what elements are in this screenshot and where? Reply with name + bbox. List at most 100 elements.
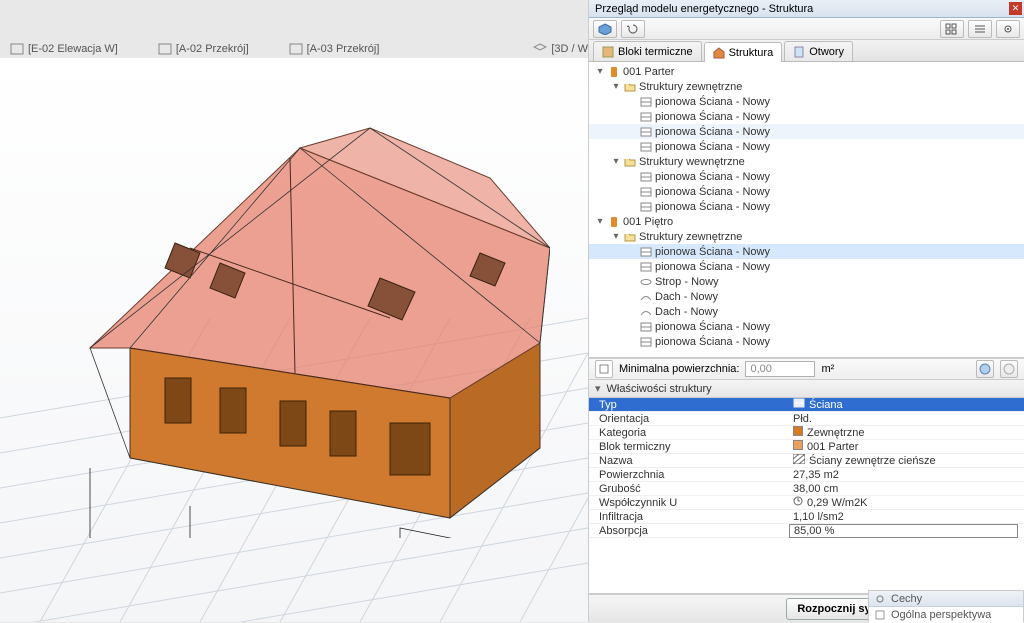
min-area-input[interactable]	[745, 361, 815, 377]
filter-icon[interactable]	[595, 360, 613, 378]
tree-label: pionowa Ściana - Nowy	[655, 201, 770, 213]
tree-row[interactable]: Dach - Nowy	[589, 289, 1024, 304]
tree-row[interactable]: pionowa Ściana - Nowy	[589, 319, 1024, 334]
expand-icon[interactable]: ▾	[595, 216, 605, 227]
tree-row[interactable]: pionowa Ściana - Nowy	[589, 259, 1024, 274]
property-row[interactable]: Absorpcja85,00 %	[589, 524, 1024, 538]
tree-row[interactable]: ▾001 Piętro	[589, 214, 1024, 229]
tree-row[interactable]: Strop - Nowy	[589, 274, 1024, 289]
prop-value: 0,29 W/m2K	[789, 496, 1024, 509]
toolbar-settings-button[interactable]	[996, 20, 1020, 38]
prop-value: Płd.	[789, 413, 1024, 425]
expand-icon[interactable]: ▾	[595, 66, 605, 77]
structure-tree[interactable]: ▾001 Parter▾Struktury zewnętrznepionowa …	[589, 62, 1024, 358]
house-icon	[713, 47, 725, 59]
prop-value: 38,00 cm	[789, 483, 1024, 495]
tree-label: pionowa Ściana - Nowy	[655, 171, 770, 183]
folder-icon	[623, 156, 637, 168]
refresh-icon	[626, 23, 640, 35]
roof-icon	[639, 291, 653, 303]
tree-label: pionowa Ściana - Nowy	[655, 126, 770, 138]
expand-icon[interactable]: ▾	[611, 156, 621, 167]
energy-panel: Przegląd modelu energetycznego - Struktu…	[588, 0, 1024, 622]
page-icon	[158, 43, 172, 55]
wall-icon	[639, 171, 653, 183]
close-icon[interactable]: ✕	[1009, 2, 1022, 15]
window-icon	[793, 46, 805, 58]
view-tabs: [E-02 Elewacja W] [A-02 Przekrój] [A-03 …	[0, 40, 588, 58]
property-row: KategoriaZewnętrzne	[589, 426, 1024, 440]
features-dock: Cechy Ogólna perspektywa	[868, 590, 1024, 622]
panel-titlebar[interactable]: Przegląd modelu energetycznego - Struktu…	[589, 0, 1024, 18]
panel-toolbar	[589, 18, 1024, 40]
roof-icon	[639, 306, 653, 318]
pin-icon	[875, 610, 885, 620]
wall-white-icon	[793, 398, 805, 411]
wall-icon	[639, 186, 653, 198]
tree-label: Strop - Nowy	[655, 276, 719, 288]
wall-icon	[639, 141, 653, 153]
tree-label: pionowa Ściana - Nowy	[655, 321, 770, 333]
tab-thermal-blocks[interactable]: Bloki termiczne	[593, 41, 702, 61]
tab-openings[interactable]: Otwory	[784, 41, 853, 61]
toolbar-refresh-button[interactable]	[621, 20, 645, 38]
page-icon	[289, 43, 303, 55]
wall-icon	[639, 111, 653, 123]
prop-key: Blok termiczny	[589, 441, 789, 453]
expand-icon[interactable]: ▾	[611, 231, 621, 242]
tree-row[interactable]: ▾001 Parter	[589, 64, 1024, 79]
toolbar-view-thumbs-button[interactable]	[940, 20, 964, 38]
tree-label: Dach - Nowy	[655, 291, 718, 303]
view-tab[interactable]: [3D / W	[533, 40, 588, 58]
view-tab[interactable]: [A-02 Przekrój]	[158, 40, 249, 58]
min-area-unit: m²	[821, 363, 834, 375]
prop-key: Kategoria	[589, 427, 789, 439]
tree-label: pionowa Ściana - Nowy	[655, 111, 770, 123]
wall-icon	[639, 261, 653, 273]
dock-header[interactable]: Cechy	[869, 591, 1023, 607]
page-icon	[10, 43, 24, 55]
tree-label: pionowa Ściana - Nowy	[655, 336, 770, 348]
tree-label: pionowa Ściana - Nowy	[655, 141, 770, 153]
prop-key: Współczynnik U	[589, 497, 789, 509]
wall-icon	[639, 126, 653, 138]
property-row: Współczynnik U0,29 W/m2K	[589, 496, 1024, 510]
tree-row[interactable]: ▾ Struktury wewnętrzne	[589, 154, 1024, 169]
sw-orange-icon	[793, 426, 803, 439]
wall-icon	[639, 246, 653, 258]
tree-row[interactable]: Dach - Nowy	[589, 304, 1024, 319]
expand-icon[interactable]: ▾	[611, 81, 621, 92]
tree-label: Struktury wewnętrzne	[639, 156, 745, 168]
prop-key: Nazwa	[589, 455, 789, 467]
tree-row[interactable]: pionowa Ściana - Nowy	[589, 109, 1024, 124]
tree-row[interactable]: pionowa Ściana - Nowy	[589, 184, 1024, 199]
tree-row[interactable]: ▾Struktury zewnętrzne	[589, 79, 1024, 94]
dock-body[interactable]: Ogólna perspektywa	[869, 607, 1023, 623]
view-tab[interactable]: [A-03 Przekrój]	[289, 40, 380, 58]
toolbar-show-model-button[interactable]	[593, 20, 617, 38]
recalc-alt-button[interactable]	[1000, 360, 1018, 378]
tree-row[interactable]: pionowa Ściana - Nowy	[589, 169, 1024, 184]
tree-row[interactable]: ▾Struktury zewnętrzne	[589, 229, 1024, 244]
prop-key: Powierzchnia	[589, 469, 789, 481]
wall-icon	[639, 321, 653, 333]
tree-label: pionowa Ściana - Nowy	[655, 186, 770, 198]
tree-row[interactable]: pionowa Ściana - Nowy	[589, 94, 1024, 109]
tree-row[interactable]: pionowa Ściana - Nowy	[589, 334, 1024, 349]
tree-row[interactable]: pionowa Ściana - Nowy	[589, 199, 1024, 214]
tree-row[interactable]: pionowa Ściana - Nowy	[589, 244, 1024, 259]
tree-row[interactable]: pionowa Ściana - Nowy	[589, 139, 1024, 154]
tab-structure[interactable]: Struktura	[704, 42, 783, 62]
toolbar-view-list-button[interactable]	[968, 20, 992, 38]
recalc-button[interactable]	[976, 360, 994, 378]
prop-value[interactable]: 85,00 %	[789, 524, 1018, 538]
prop-value: Zewnętrzne	[789, 426, 1024, 439]
property-row: TypŚciana	[589, 398, 1024, 412]
view-tab[interactable]: [E-02 Elewacja W]	[10, 40, 118, 58]
model-viewport[interactable]	[0, 58, 588, 622]
min-area-label: Minimalna powierzchnia:	[619, 363, 739, 375]
tree-row[interactable]: pionowa Ściana - Nowy	[589, 124, 1024, 139]
property-row: Powierzchnia27,35 m2	[589, 468, 1024, 482]
collapse-icon: ▾	[595, 382, 601, 395]
properties-header[interactable]: ▾Właściwości struktury	[589, 380, 1024, 398]
